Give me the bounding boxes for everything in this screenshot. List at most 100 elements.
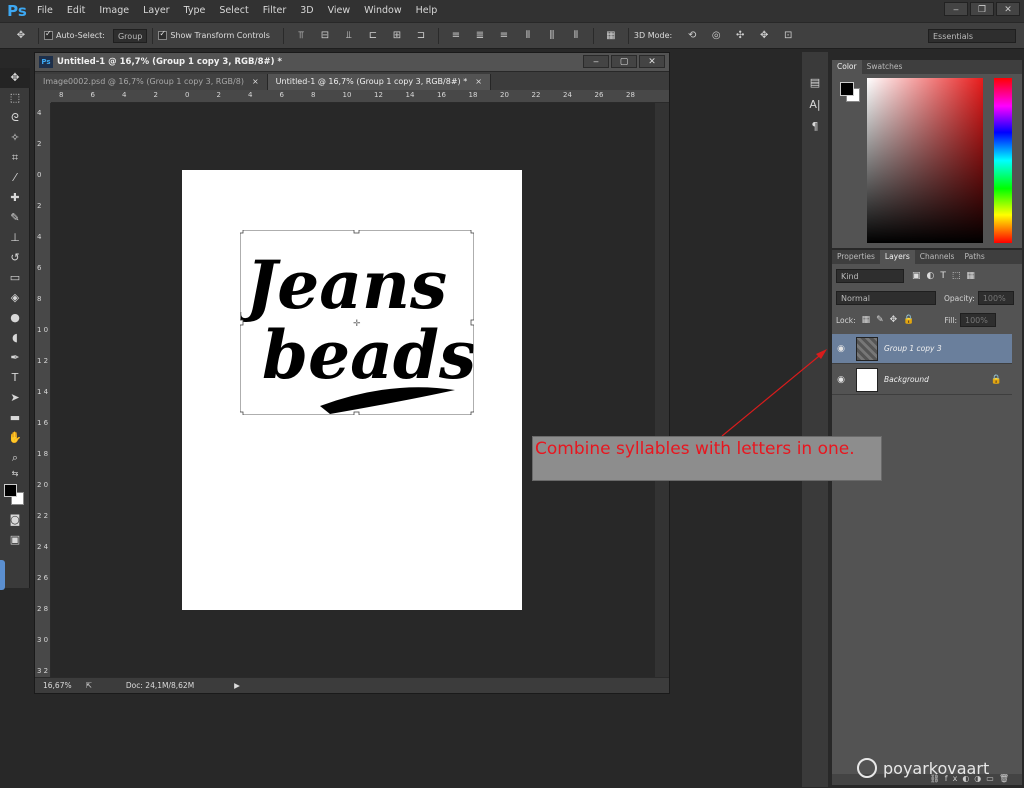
distribute-hcenter-icon[interactable]: ⫼: [543, 28, 561, 44]
character-panel-icon[interactable]: A|: [802, 94, 828, 116]
menu-view[interactable]: View: [321, 0, 358, 22]
lock-icons[interactable]: ▦✎✥🔒: [862, 315, 921, 325]
pen-tool-icon[interactable]: ✒: [0, 348, 30, 368]
align-hcenter-icon[interactable]: ⊞: [388, 28, 406, 44]
marquee-tool-icon[interactable]: ⬚: [0, 88, 30, 108]
visibility-eye-icon[interactable]: ◉: [832, 344, 850, 354]
distribute-right-icon[interactable]: ⦀: [567, 28, 585, 44]
move-tool-icon[interactable]: ✥: [0, 68, 30, 88]
color-picker-field[interactable]: [867, 78, 983, 243]
eyedropper-tool-icon[interactable]: ⁄: [0, 168, 30, 188]
hand-tool-icon[interactable]: ✋: [0, 428, 30, 448]
visibility-eye-icon[interactable]: ◉: [832, 375, 850, 385]
status-menu-arrow-icon[interactable]: ▶: [234, 681, 240, 690]
align-top-icon[interactable]: ⫪: [292, 28, 310, 44]
workspace-dropdown[interactable]: Essentials: [928, 28, 1016, 43]
tab-color[interactable]: Color: [832, 60, 862, 74]
menu-help[interactable]: Help: [409, 0, 445, 22]
fill-input[interactable]: 100%: [959, 313, 996, 327]
layer-row-group-1-copy-3[interactable]: ◉ Group 1 copy 3: [832, 334, 1012, 364]
distribute-bottom-icon[interactable]: ≡: [495, 28, 513, 44]
panel-foreground-swatch[interactable]: [840, 82, 854, 96]
clone-stamp-tool-icon[interactable]: ⊥: [0, 228, 30, 248]
minimize-button[interactable]: ‒: [944, 2, 968, 16]
doc-close-button[interactable]: ✕: [639, 55, 665, 68]
quick-mask-icon[interactable]: ◙: [0, 510, 30, 530]
zoom-tool-icon[interactable]: ⌕: [0, 448, 30, 468]
3d-rotate-icon[interactable]: ⟲: [683, 28, 701, 44]
brush-tool-icon[interactable]: ✎: [0, 208, 30, 228]
auto-align-icon[interactable]: ▦: [602, 28, 620, 44]
filter-type-icons[interactable]: ▣◐T⬚▦: [912, 271, 981, 281]
magic-wand-tool-icon[interactable]: ✧: [0, 128, 30, 148]
foreground-color-swatch[interactable]: [4, 484, 17, 497]
zoom-level[interactable]: 16,67%: [43, 681, 72, 690]
distribute-top-icon[interactable]: ≡: [447, 28, 465, 44]
ruler-origin[interactable]: [35, 90, 51, 103]
move-tool-icon[interactable]: ✥: [12, 28, 30, 44]
healing-brush-tool-icon[interactable]: ✚: [0, 188, 30, 208]
paragraph-panel-icon[interactable]: ¶: [802, 116, 828, 138]
show-transform-checkbox[interactable]: [158, 29, 168, 40]
doc-minimize-button[interactable]: ‒: [583, 55, 609, 68]
tab-paths[interactable]: Paths: [959, 250, 989, 264]
lasso-tool-icon[interactable]: ᘓ: [0, 108, 30, 128]
menu-filter[interactable]: Filter: [256, 0, 294, 22]
3d-drag-icon[interactable]: ✣: [731, 28, 749, 44]
history-panel-icon[interactable]: ▤: [802, 72, 828, 94]
tab-properties[interactable]: Properties: [832, 250, 880, 264]
type-tool-icon[interactable]: T: [0, 368, 30, 388]
hue-slider[interactable]: [994, 78, 1012, 243]
tab-untitled-1[interactable]: Untitled-1 @ 16,7% (Group 1 copy 3, RGB/…: [267, 74, 491, 90]
3d-slide-icon[interactable]: ✥: [755, 28, 773, 44]
swap-colors-icon[interactable]: ⇆: [0, 468, 30, 480]
filter-kind-dropdown[interactable]: Kind: [836, 269, 904, 283]
history-brush-tool-icon[interactable]: ↺: [0, 248, 30, 268]
eraser-tool-icon[interactable]: ▭: [0, 268, 30, 288]
export-icon[interactable]: ⇱: [86, 681, 92, 690]
blend-mode-dropdown[interactable]: Normal: [836, 291, 936, 305]
align-vcenter-icon[interactable]: ⊟: [316, 28, 334, 44]
menu-layer[interactable]: Layer: [136, 0, 177, 22]
align-right-icon[interactable]: ⊐: [412, 28, 430, 44]
dodge-tool-icon[interactable]: ◖: [0, 328, 30, 348]
tab-image0002[interactable]: Image0002.psd @ 16,7% (Group 1 copy 3, R…: [35, 74, 268, 90]
3d-scale-icon[interactable]: ⊡: [779, 28, 797, 44]
horizontal-ruler[interactable]: 8 6 4 2 0 2 4 6 8 10 12 14 16 18 20 22 24 26 28: [51, 90, 669, 103]
doc-maximize-button[interactable]: ▢: [611, 55, 637, 68]
close-button[interactable]: ✕: [996, 2, 1020, 16]
opacity-input[interactable]: 100%: [977, 291, 1014, 305]
menu-select[interactable]: Select: [212, 0, 255, 22]
align-bottom-icon[interactable]: ⫫: [340, 28, 358, 44]
distribute-left-icon[interactable]: ⦀: [519, 28, 537, 44]
tab-channels[interactable]: Channels: [915, 250, 960, 264]
collapsed-panel-tab[interactable]: [0, 560, 5, 590]
jeans-beads-lettering[interactable]: Jeans beads ✛: [235, 227, 477, 418]
path-selection-tool-icon[interactable]: ➤: [0, 388, 30, 408]
tab-layers[interactable]: Layers: [879, 250, 915, 264]
menu-window[interactable]: Window: [357, 0, 408, 22]
tab-swatches[interactable]: Swatches: [862, 60, 908, 74]
rectangle-tool-icon[interactable]: ▬: [0, 408, 30, 428]
menu-image[interactable]: Image: [92, 0, 136, 22]
tab-close-icon[interactable]: ×: [475, 77, 482, 86]
menu-3d[interactable]: 3D: [293, 0, 320, 22]
crop-tool-icon[interactable]: ⌗: [0, 148, 30, 168]
document-scrollbar[interactable]: [655, 103, 669, 677]
restore-button[interactable]: ❐: [970, 2, 994, 16]
blur-tool-icon[interactable]: ●: [0, 308, 30, 328]
auto-select-checkbox[interactable]: [44, 29, 53, 40]
layer-row-background[interactable]: ◉ Background 🔒: [832, 365, 1012, 395]
tab-close-icon[interactable]: ×: [252, 77, 259, 86]
distribute-vcenter-icon[interactable]: ≣: [471, 28, 489, 44]
align-left-icon[interactable]: ⊏: [364, 28, 382, 44]
vertical-ruler[interactable]: 4 2 0 2 4 6 8 1 0 1 2 1 4 1 6 1 8 2 0 2 2 2 4 2 6 2 8 3 0…: [35, 103, 51, 679]
3d-roll-icon[interactable]: ◎: [707, 28, 725, 44]
paint-bucket-tool-icon[interactable]: ◈: [0, 288, 30, 308]
menu-edit[interactable]: Edit: [60, 0, 92, 22]
menu-type[interactable]: Type: [177, 0, 213, 22]
auto-select-dropdown[interactable]: Group: [112, 28, 148, 43]
document-titlebar[interactable]: Ps Untitled-1 @ 16,7% (Group 1 copy 3, R…: [35, 53, 669, 71]
menu-file[interactable]: File: [30, 0, 60, 22]
screen-mode-icon[interactable]: ▣: [0, 530, 30, 550]
